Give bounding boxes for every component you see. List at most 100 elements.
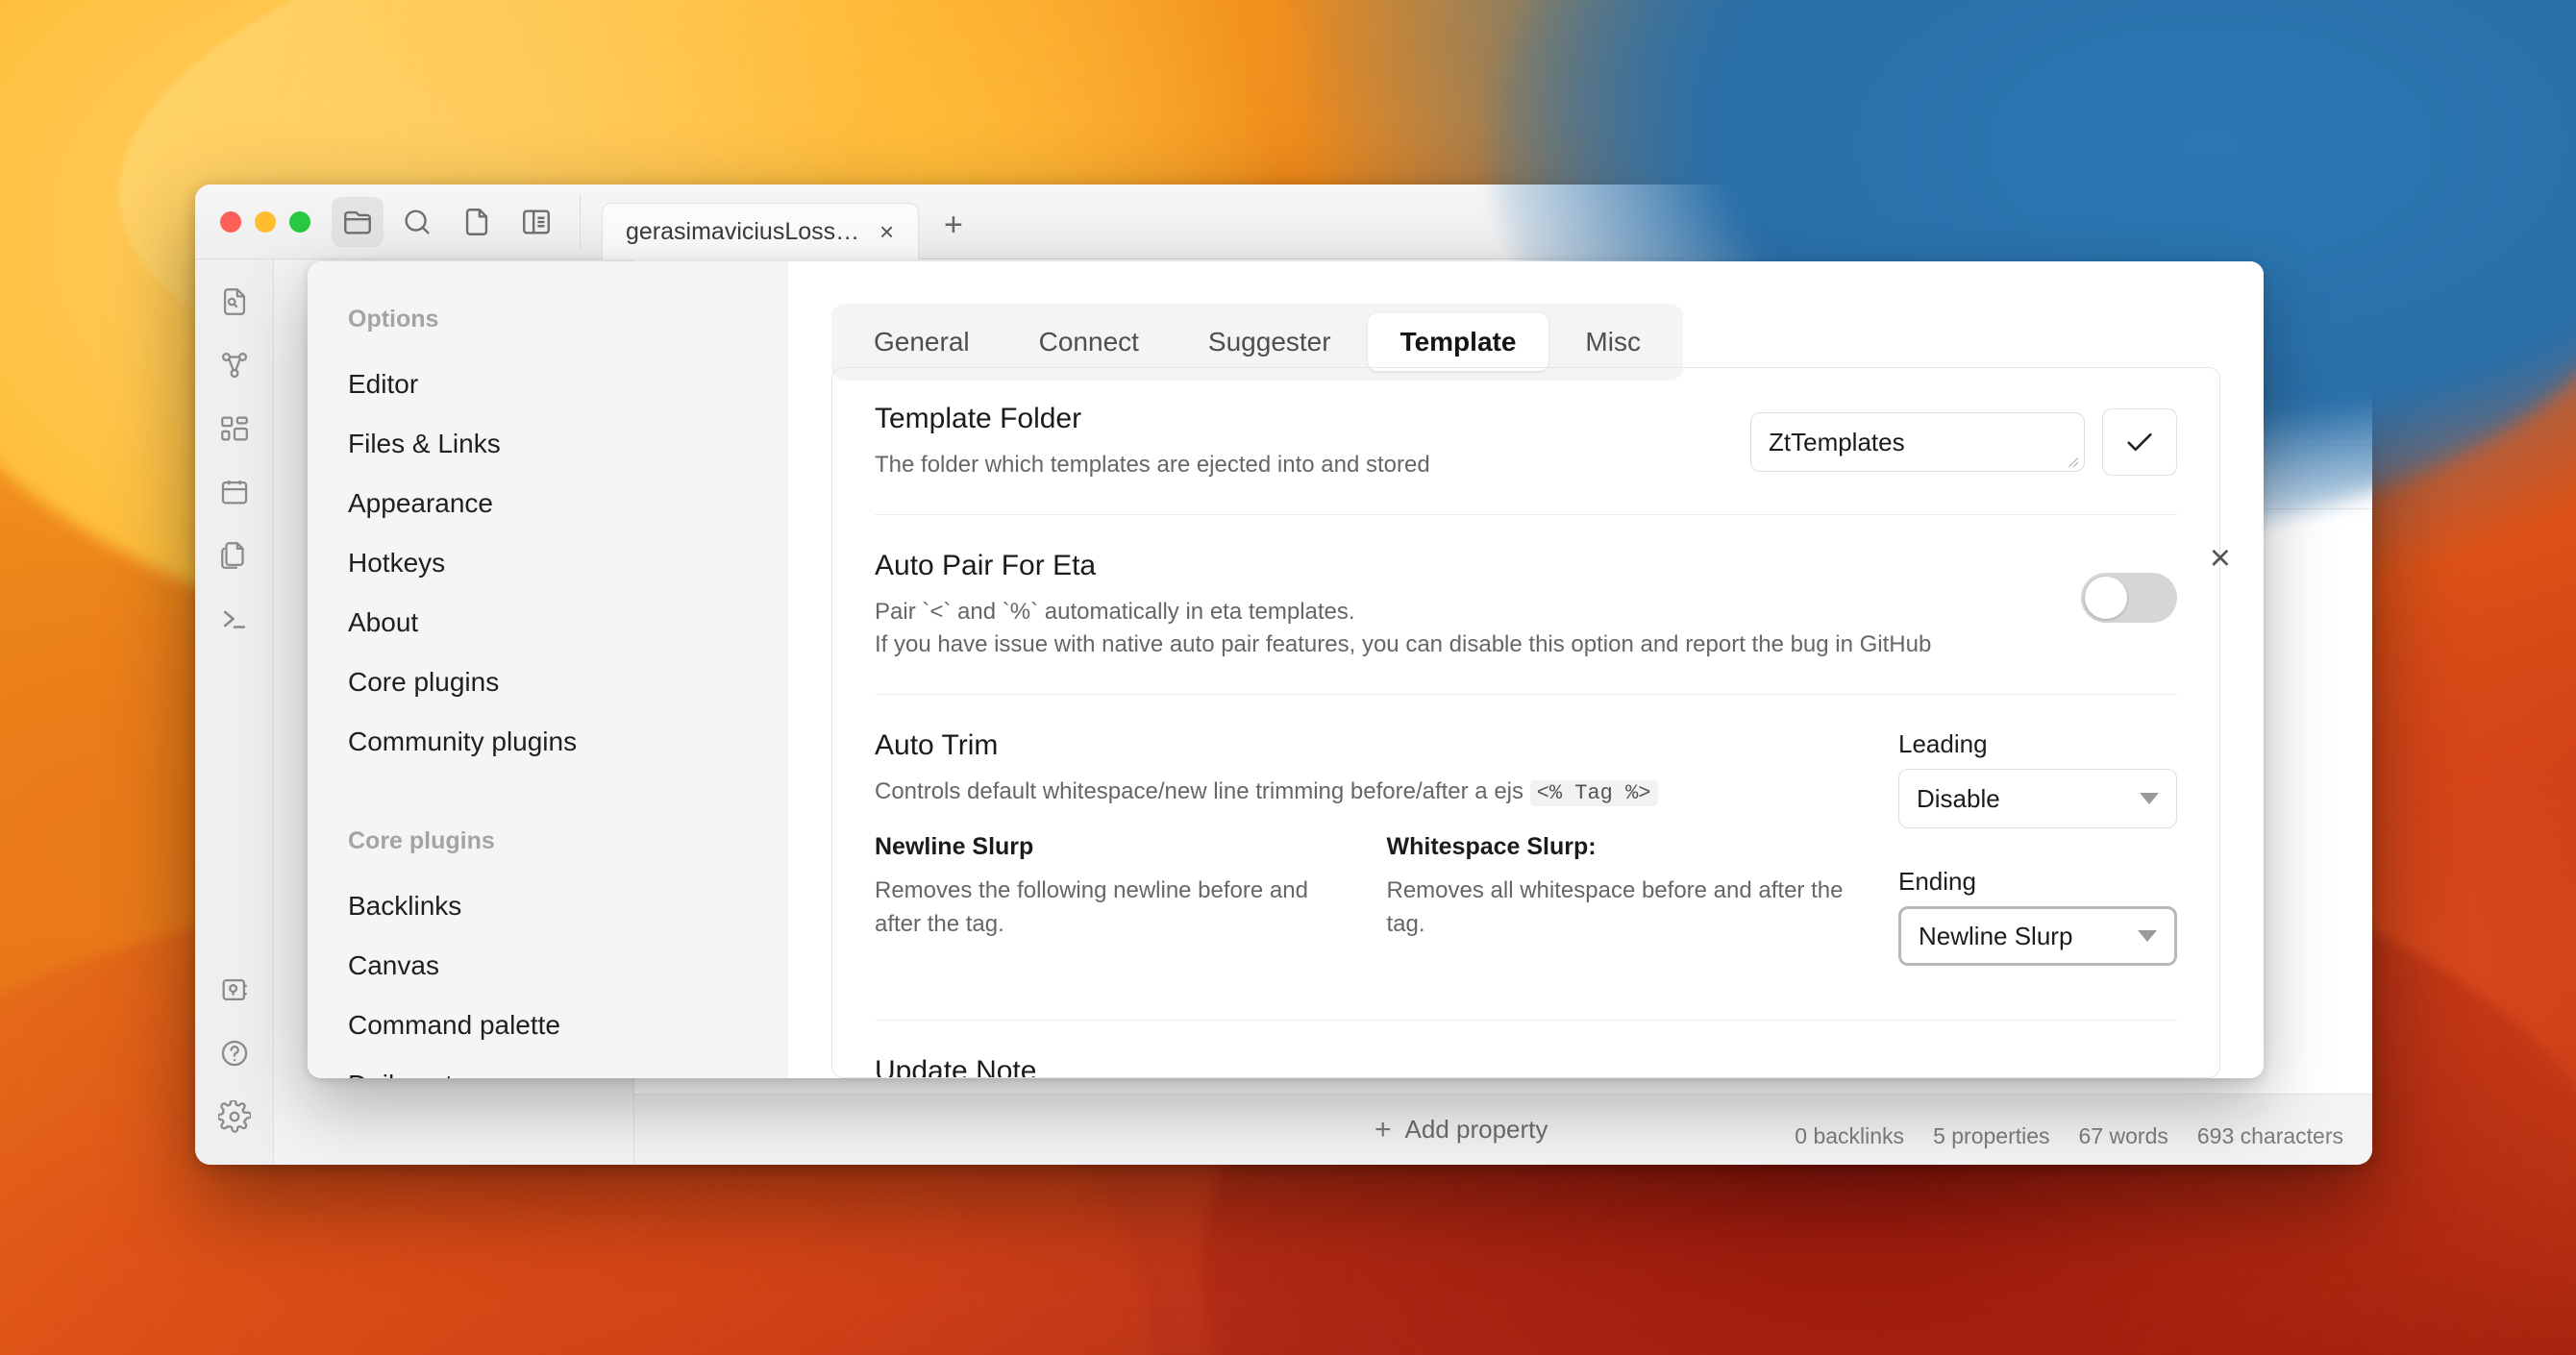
- desc-post: automatically in eta templates.: [1038, 599, 1355, 626]
- close-icon[interactable]: ×: [2210, 540, 2231, 577]
- leading-dropdown-group: Leading Disable: [1898, 729, 2177, 850]
- template-settings-panel: Template Folder The folder which templat…: [831, 367, 2220, 1078]
- ending-label: Ending: [1898, 867, 1976, 897]
- ending-dropdown[interactable]: Newline Slurp: [1898, 906, 2177, 967]
- sidebar-item-files-and-links[interactable]: Files & Links: [308, 414, 788, 474]
- tab-title: gerasimaviciusLossoffun...: [626, 217, 866, 245]
- tags-icon[interactable]: [2031, 197, 2083, 247]
- sidebar-item-canvas[interactable]: Canvas: [308, 936, 788, 996]
- search-icon[interactable]: [391, 197, 443, 247]
- sidebar-item-hotkeys[interactable]: Hotkeys: [308, 533, 788, 593]
- settings-group-core-plugins: Core plugins: [348, 827, 495, 854]
- status-characters: 693 characters: [2196, 1123, 2343, 1148]
- left-ribbon: [195, 259, 274, 1165]
- highlight-icon[interactable]: [2146, 196, 2198, 247]
- setting-title: Auto Trim: [875, 729, 999, 762]
- window-titlebar: gerasimaviciusLossoffun... × +: [195, 185, 2372, 260]
- sidebar-item-command-palette[interactable]: Command palette: [308, 996, 788, 1055]
- graph-icon[interactable]: [211, 344, 258, 386]
- sidebar-item-backlinks[interactable]: Backlinks: [308, 876, 788, 936]
- tab-general[interactable]: General: [841, 313, 1003, 371]
- sidebar-item-community-plugins[interactable]: Community plugins: [308, 712, 788, 772]
- auto-trim-desc-code: <% Tag %>: [1529, 780, 1658, 807]
- vault-icon[interactable]: [211, 969, 258, 1011]
- setting-template-folder: Template Folder The folder which templat…: [875, 368, 2177, 516]
- ending-dropdown-group: Ending Newline Slurp: [1898, 867, 2177, 987]
- template-folder-input[interactable]: ZtTemplates: [1750, 412, 2085, 472]
- help-icon[interactable]: [211, 1032, 258, 1074]
- status-bar: 0 backlinks 5 properties 67 words 693 ch…: [1779, 1116, 2359, 1157]
- setting-title: Template Folder: [875, 403, 1082, 434]
- setting-control: [2081, 550, 2177, 624]
- chevron-down-icon: [2138, 930, 2157, 943]
- setting-title: Update Note: [875, 1055, 1037, 1078]
- setting-info: Auto Pair For Eta Pair `<` and `%` autom…: [875, 550, 2052, 661]
- canvas-icon[interactable]: [211, 407, 258, 450]
- column-description: Removes the following newline before and…: [875, 877, 1308, 937]
- sidebar-item-editor[interactable]: Editor: [308, 355, 788, 414]
- setting-auto-pair-for-eta: Auto Pair For Eta Pair `<` and `%` autom…: [875, 515, 2177, 696]
- settings-main-panel: × General Connect Suggester Template Mis…: [788, 261, 2264, 1078]
- terminal-icon[interactable]: [211, 598, 258, 640]
- setting-description: The folder which templates are ejected i…: [875, 452, 1430, 478]
- tab-strip: gerasimaviciusLossoffun... × +: [602, 185, 963, 260]
- tab-connect[interactable]: Connect: [1006, 313, 1172, 371]
- plus-icon: +: [1375, 1113, 1392, 1146]
- toggle-knob: [2085, 577, 2127, 620]
- incoming-links-icon[interactable]: [1916, 197, 1968, 247]
- desc-code-pct: `%`: [1002, 599, 1039, 626]
- setting-control: Leading Disable Ending Newline Slurp: [1898, 729, 2177, 987]
- setting-control: ZtTemplates: [1750, 403, 2177, 476]
- auto-trim-desc-text: Controls default whitespace/new line tri…: [875, 778, 1530, 805]
- copy-icon[interactable]: [211, 534, 258, 577]
- setting-auto-trim: Auto Trim Controls default whitespace/ne…: [875, 695, 2177, 1022]
- sidebar-item-core-plugins[interactable]: Core plugins: [308, 653, 788, 712]
- sidebar-item-daily-notes[interactable]: Daily notes: [308, 1055, 788, 1078]
- setting-info: Template Folder The folder which templat…: [875, 403, 1721, 481]
- auto-trim-column-whitespace-slurp: Whitespace Slurp: Removes all whitespace…: [1387, 833, 1870, 940]
- file-icon[interactable]: [451, 197, 503, 247]
- outgoing-links-icon[interactable]: [1973, 197, 2025, 247]
- outline-icon[interactable]: [2089, 197, 2141, 247]
- sidebar-item-appearance[interactable]: Appearance: [308, 474, 788, 533]
- status-words: 67 words: [2078, 1123, 2168, 1148]
- desc-pre: Pair: [875, 599, 923, 626]
- sidebar-left-icon[interactable]: [510, 197, 562, 247]
- auto-trim-columns: Newline Slurp Removes the following newl…: [875, 833, 1870, 940]
- titlebar-right-icon-group: [1854, 194, 2372, 249]
- calendar-icon[interactable]: [211, 471, 258, 513]
- tab-misc[interactable]: Misc: [1552, 313, 1673, 371]
- titlebar-right-divider: [2275, 194, 2276, 249]
- sidebar-item-about[interactable]: About: [308, 593, 788, 653]
- document-tab[interactable]: gerasimaviciusLossoffun... ×: [602, 202, 919, 260]
- desc-code-lt: `<`: [922, 599, 952, 626]
- file-search-icon[interactable]: [211, 281, 258, 323]
- titlebar-divider: [580, 194, 581, 249]
- desc-mid: and: [951, 599, 1003, 626]
- tab-suggester[interactable]: Suggester: [1176, 313, 1364, 371]
- folder-icon[interactable]: [332, 196, 384, 247]
- column-title: Whitespace Slurp:: [1386, 833, 1597, 861]
- settings-icon[interactable]: [211, 1096, 258, 1138]
- sidebar-right-icon[interactable]: [2295, 197, 2347, 247]
- setting-description: Pair `<` and `%` automatically in eta te…: [875, 596, 2052, 661]
- minimize-window-button[interactable]: [255, 210, 276, 233]
- add-property-label: Add property: [1404, 1115, 1548, 1144]
- info-icon[interactable]: [2204, 197, 2256, 247]
- chevron-down-icon[interactable]: [1854, 209, 1883, 234]
- tab-template[interactable]: Template: [1367, 313, 1549, 371]
- settings-content: Template Folder The folder which templat…: [788, 367, 2264, 1078]
- close-window-button[interactable]: [220, 210, 241, 233]
- maximize-window-button[interactable]: [289, 210, 310, 233]
- new-tab-button[interactable]: +: [944, 207, 963, 244]
- template-folder-confirm-button[interactable]: [2102, 408, 2177, 476]
- column-title: Newline Slurp: [875, 833, 1034, 861]
- auto-pair-toggle[interactable]: [2081, 573, 2177, 624]
- settings-modal: Options Editor Files & Links Appearance …: [308, 261, 2264, 1078]
- desktop-wallpaper: gerasimaviciusLossoffun... × +: [0, 0, 2576, 1355]
- close-icon[interactable]: ×: [879, 219, 894, 244]
- resize-grip-icon[interactable]: [2066, 455, 2079, 468]
- leading-dropdown[interactable]: Disable: [1898, 769, 2177, 829]
- setting-title: Auto Pair For Eta: [875, 550, 1097, 582]
